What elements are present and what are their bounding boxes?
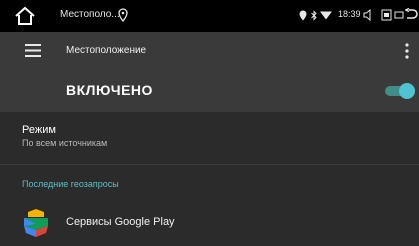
divider bbox=[0, 164, 419, 165]
status-app-title: Местополо... bbox=[60, 9, 120, 20]
status-bar: Местополо... 18:39 bbox=[0, 0, 419, 32]
location-master-switch-row[interactable]: ВКЛЮЧЕНО bbox=[0, 70, 419, 112]
wifi-icon bbox=[320, 11, 332, 20]
home-icon[interactable] bbox=[14, 6, 36, 26]
mode-value: По всем источникам bbox=[22, 138, 108, 148]
list-item-label: Сервисы Google Play bbox=[66, 216, 175, 228]
app-toolbar: Местоположение bbox=[0, 32, 419, 70]
volume-icon[interactable] bbox=[363, 9, 374, 21]
recent-requests-header: Последние геозапросы bbox=[22, 179, 119, 189]
list-item[interactable]: Сервисы Google Play bbox=[0, 202, 419, 246]
master-switch-label: ВКЛЮЧЕНО bbox=[66, 82, 153, 98]
location-toggle[interactable] bbox=[385, 83, 415, 99]
back-icon[interactable] bbox=[405, 8, 418, 22]
mode-setting[interactable]: Режим По всем источникам bbox=[0, 112, 419, 162]
location-icon bbox=[299, 10, 307, 21]
page-title: Местоположение bbox=[66, 45, 147, 56]
screenshot-icon[interactable] bbox=[381, 9, 392, 21]
mode-title: Режим bbox=[22, 124, 56, 136]
more-vert-icon[interactable] bbox=[405, 43, 409, 59]
location-pin-icon bbox=[118, 8, 128, 22]
bluetooth-icon bbox=[311, 10, 317, 21]
status-time: 18:39 bbox=[338, 9, 361, 19]
window-icon[interactable] bbox=[394, 11, 404, 19]
toggle-thumb bbox=[399, 83, 415, 99]
hamburger-menu-icon[interactable] bbox=[25, 44, 41, 57]
google-play-services-icon bbox=[24, 209, 48, 237]
